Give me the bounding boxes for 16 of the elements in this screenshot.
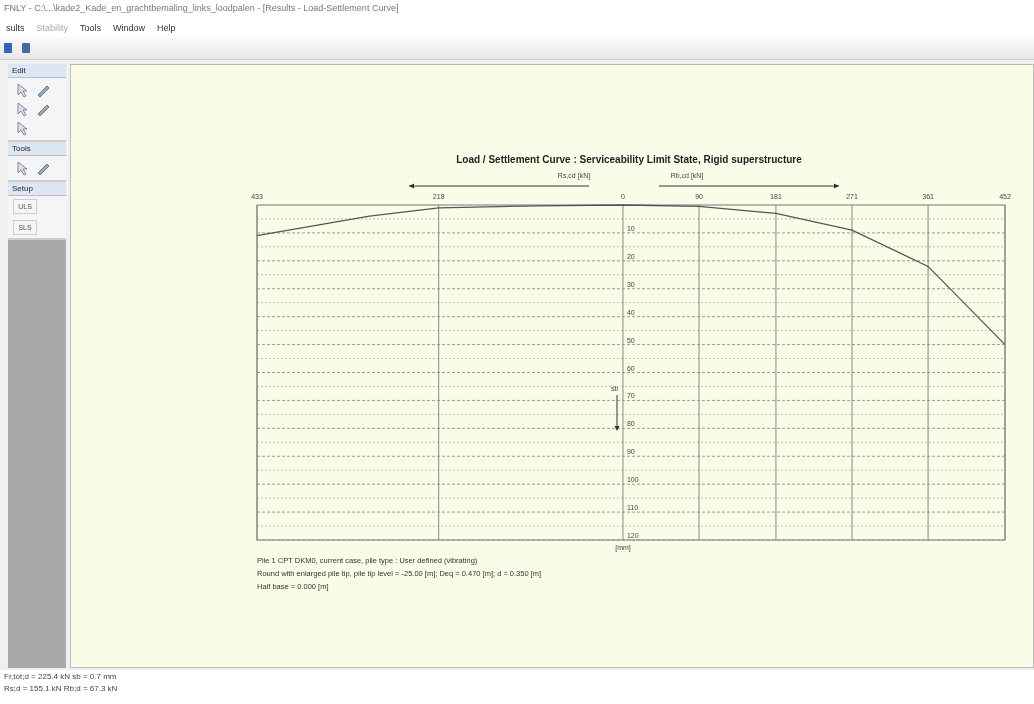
menu-item[interactable]: Help bbox=[157, 23, 176, 33]
pointer-icon[interactable] bbox=[14, 82, 30, 98]
pointer-icon[interactable] bbox=[14, 101, 30, 117]
menu-item[interactable]: Tools bbox=[80, 23, 102, 33]
menu-item[interactable]: sults bbox=[6, 23, 25, 33]
arrow bbox=[614, 394, 620, 431]
panel-header[interactable]: Setup bbox=[8, 182, 66, 196]
pointer-icon[interactable] bbox=[14, 160, 30, 176]
pointer-icon[interactable] bbox=[14, 120, 30, 136]
menu-item[interactable]: Window bbox=[113, 23, 146, 33]
panel-header[interactable]: Edit bbox=[8, 64, 66, 78]
window-title: FNLY - C:\...\kade2_Kade_en_grachtbemaling_links_loodpalen - [Results - Load-Settlement Curve] bbox=[0, 0, 1034, 19]
panel-header[interactable]: Tools bbox=[8, 142, 66, 156]
status-text: Rs;d = 155.1 kN Rb;d = 67.3 kN bbox=[4, 684, 119, 693]
status-text: Fr,tot;d = 225.4 kN sb = 0.7 mm bbox=[4, 672, 118, 681]
chart-title: Load / Settlement Curve : Serviceability Limit State, Rigid superstructure bbox=[456, 154, 802, 165]
